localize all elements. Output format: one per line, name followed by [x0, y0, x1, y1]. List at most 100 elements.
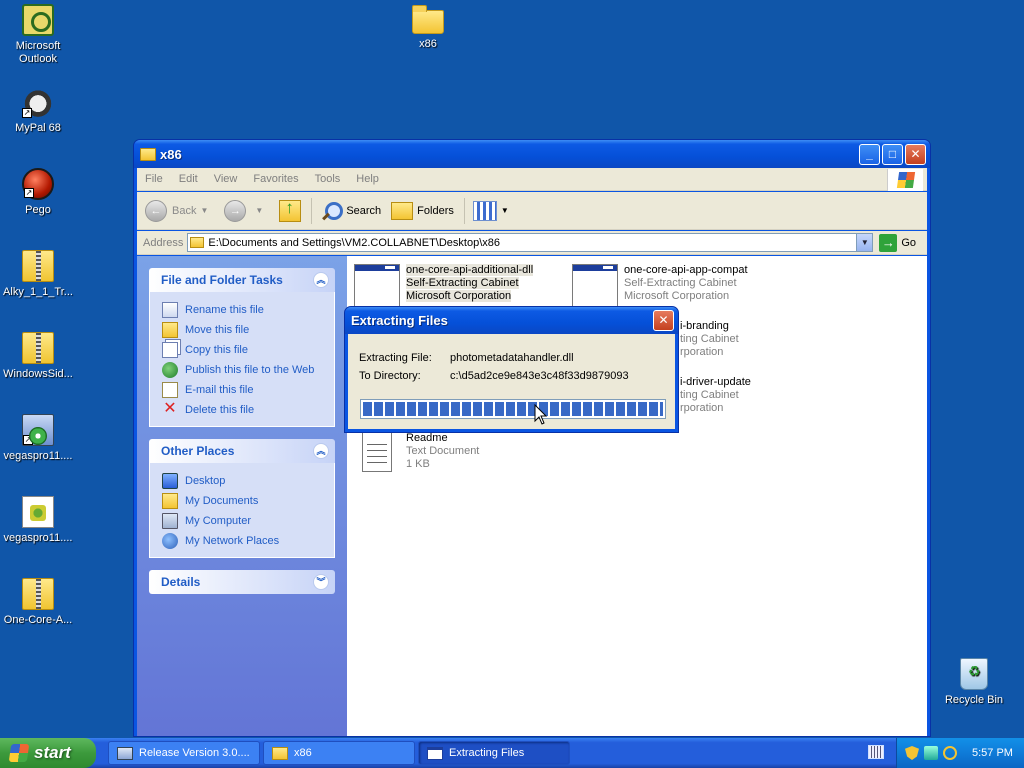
folder-icon	[412, 5, 444, 34]
recycle-bin-icon	[960, 658, 988, 690]
mypal-icon: ↗	[22, 86, 54, 118]
collapse-icon[interactable]: ︽	[313, 272, 329, 288]
extracting-files-dialog: Extracting Files ✕ Extracting File: phot…	[344, 306, 679, 433]
desktop-icon-mypal[interactable]: ↗ MyPal 68	[0, 86, 78, 135]
file-name: i-branding	[680, 320, 729, 332]
collapse-icon[interactable]: ︽	[313, 443, 329, 459]
close-button[interactable]: ✕	[905, 143, 926, 165]
place-my-computer[interactable]: My Computer	[162, 511, 324, 531]
address-input[interactable]: E:\Documents and Settings\VM2.COLLABNET\…	[187, 233, 874, 252]
keyboard-icon[interactable]	[868, 745, 884, 759]
windows-logo-icon	[887, 169, 923, 191]
taskbar-item-x86[interactable]: x86	[263, 741, 415, 765]
task-email[interactable]: E-mail this file	[162, 380, 324, 400]
task-move[interactable]: Move this file	[162, 320, 324, 340]
desktop-icon	[162, 473, 178, 489]
task-label: Move this file	[185, 324, 250, 336]
desktop-icon-pego[interactable]: ↗ Pego	[0, 168, 78, 217]
file-type: Self-Extracting Cabinet	[624, 277, 737, 289]
cabinet-icon	[572, 264, 618, 308]
file-item[interactable]: i-branding ting Cabinet rporation	[680, 320, 739, 359]
file-company: Microsoft Corporation	[406, 290, 512, 302]
rename-icon	[162, 302, 178, 318]
outlook-icon	[22, 4, 54, 36]
menu-favorites[interactable]: Favorites	[253, 173, 298, 185]
search-button[interactable]: Search	[320, 200, 381, 222]
back-button[interactable]: ← Back ▼	[145, 199, 214, 222]
desktop-icon-recycle-bin[interactable]: Recycle Bin	[934, 658, 1014, 707]
place-label: My Network Places	[185, 535, 280, 547]
task-copy[interactable]: Copy this file	[162, 340, 324, 360]
zip-icon	[22, 578, 54, 610]
desktop-icon-label: x86	[419, 38, 437, 50]
email-icon	[162, 382, 178, 398]
chevron-down-icon[interactable]: ▼	[200, 206, 208, 215]
desktop-icon-vegaspro-installer[interactable]: vegaspro11....	[0, 496, 78, 545]
up-button[interactable]	[279, 198, 302, 222]
desktop-icon-label: vegaspro11....	[3, 450, 73, 462]
go-arrow-icon: →	[879, 233, 898, 252]
menu-file[interactable]: File	[145, 173, 163, 185]
installer-icon	[22, 496, 54, 528]
menu-edit[interactable]: Edit	[179, 173, 198, 185]
file-item[interactable]: one-core-api-additional-dll Self-Extract…	[354, 264, 534, 308]
maximize-button[interactable]: □	[882, 143, 903, 165]
desktop-icon-label: Pego	[25, 204, 51, 216]
zip-icon	[22, 250, 54, 282]
my-documents-icon	[162, 493, 178, 509]
chevron-down-icon[interactable]: ▼	[255, 206, 263, 215]
expand-icon[interactable]: ︾	[313, 574, 329, 590]
taskbar-item-label: x86	[294, 747, 312, 759]
file-name: one-core-api-app-compat	[624, 264, 748, 276]
copy-icon	[162, 342, 178, 358]
clock[interactable]: 5:57 PM	[972, 747, 1013, 759]
task-delete[interactable]: ✕ Delete this file	[162, 400, 324, 420]
details-header[interactable]: Details ︾	[149, 570, 335, 594]
place-my-documents[interactable]: My Documents	[162, 491, 324, 511]
desktop-icon-label: Microsoft Outlook	[15, 40, 61, 65]
desktop-icon-vegaspro-setup[interactable]: ↗ vegaspro11....	[0, 414, 78, 463]
security-shield-icon[interactable]	[905, 746, 919, 760]
window-icon	[427, 746, 443, 760]
taskbar-item-extracting[interactable]: Extracting Files	[418, 741, 570, 765]
go-button[interactable]: → Go	[879, 233, 916, 252]
task-pane: File and Folder Tasks ︽ Rename this file…	[137, 256, 347, 736]
desktop-icon-windowssid[interactable]: WindowsSid...	[0, 332, 78, 381]
start-button[interactable]: start	[0, 738, 96, 768]
file-item[interactable]: i-driver-update ting Cabinet rporation	[680, 376, 751, 415]
place-desktop[interactable]: Desktop	[162, 471, 324, 491]
file-item[interactable]: one-core-api-app-compat Self-Extracting …	[572, 264, 748, 308]
task-rename[interactable]: Rename this file	[162, 300, 324, 320]
desktop-icon-one-core[interactable]: One-Core-A...	[0, 578, 78, 627]
file-folder-tasks-header[interactable]: File and Folder Tasks ︽	[149, 268, 335, 292]
other-places-header[interactable]: Other Places ︽	[149, 439, 335, 463]
views-button[interactable]: ▼	[472, 200, 515, 221]
standard-toolbar: ← Back ▼ → ▼ Search Folders ▼	[137, 192, 927, 230]
folders-button[interactable]: Folders	[391, 201, 454, 220]
place-my-network[interactable]: My Network Places	[162, 531, 324, 551]
menu-tools[interactable]: Tools	[315, 173, 341, 185]
address-dropdown-icon[interactable]: ▼	[856, 234, 873, 251]
desktop-icon-x86[interactable]: x86	[388, 4, 468, 51]
network-tray-icon[interactable]	[924, 746, 938, 760]
file-folder-tasks-panel: File and Folder Tasks ︽ Rename this file…	[149, 268, 335, 427]
file-item[interactable]: Readme Text Document 1 KB	[354, 432, 479, 472]
close-button[interactable]: ✕	[653, 310, 674, 331]
extracting-file-label: Extracting File:	[359, 352, 432, 364]
dialog-titlebar[interactable]: Extracting Files ✕	[345, 307, 678, 334]
taskbar-item-label: Release Version 3.0....	[139, 747, 250, 759]
taskbar-item-release[interactable]: Release Version 3.0....	[108, 741, 260, 765]
explorer-titlebar[interactable]: x86 _ □ ✕	[134, 140, 930, 168]
file-type: ting Cabinet	[680, 389, 739, 401]
desktop-icon-alky[interactable]: Alky_1_1_Tr...	[0, 250, 78, 299]
address-label: Address	[143, 236, 184, 249]
menu-help[interactable]: Help	[356, 173, 379, 185]
file-type: Text Document	[406, 445, 480, 457]
desktop-icon-outlook[interactable]: Microsoft Outlook	[0, 4, 78, 66]
search-tray-icon[interactable]	[943, 746, 957, 760]
task-publish[interactable]: Publish this file to the Web	[162, 360, 324, 380]
windows-flag-icon	[8, 744, 30, 762]
forward-button[interactable]: → ▼	[224, 199, 269, 222]
minimize-button[interactable]: _	[859, 143, 880, 165]
menu-view[interactable]: View	[214, 173, 238, 185]
